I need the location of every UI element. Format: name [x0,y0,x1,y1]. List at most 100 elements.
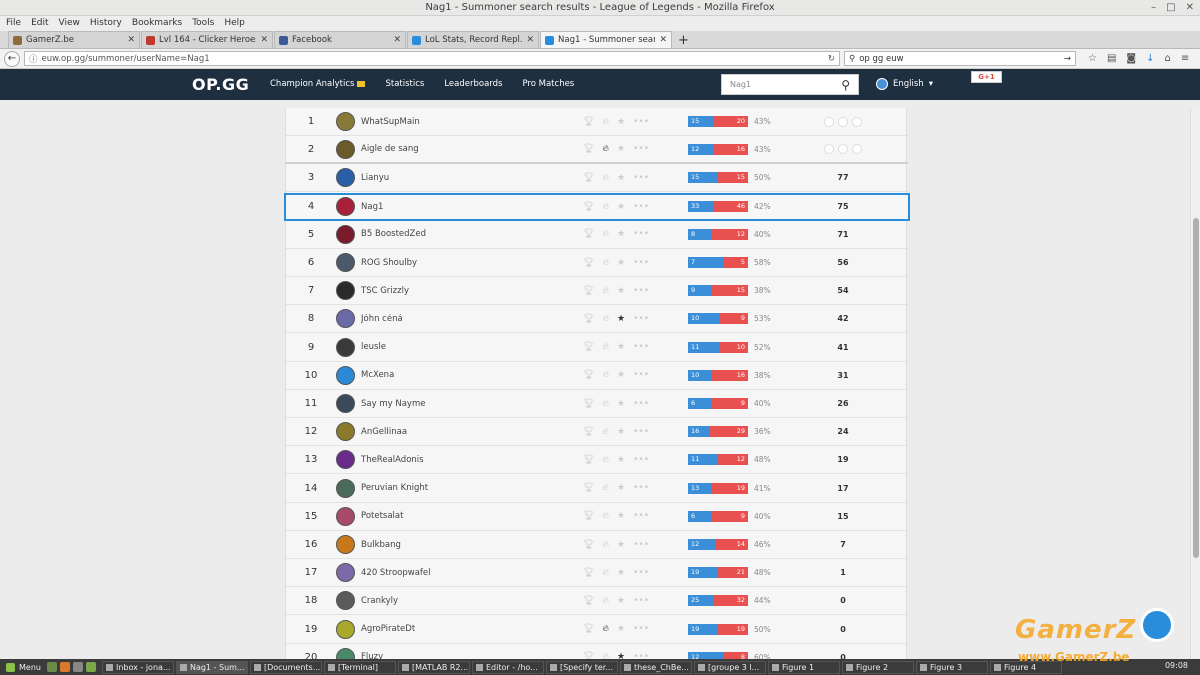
table-row[interactable]: 8 Jóhn céná 🏆︎ 🔥︎ ★ ••• 10 9 53% 42 [286,305,908,334]
taskbar-task[interactable]: Figure 1 [767,660,840,674]
player-name[interactable]: TSC Grizzly [361,286,583,296]
new-tab-icon[interactable]: + [673,33,694,48]
show-desktop-icon[interactable] [46,662,57,672]
scrollbar-thumb[interactable] [1193,218,1199,558]
player-name[interactable]: WhatSupMain [361,117,583,127]
player-name[interactable]: AgroPirateDt [361,624,583,634]
table-row[interactable]: 20 Fluzy 🏆︎ 🔥︎ ★ ••• 12 8 60% 0 [286,644,908,659]
files-launcher-icon[interactable] [85,662,96,672]
avatar[interactable] [336,112,355,131]
menu-edit[interactable]: Edit [31,16,48,31]
browser-tab[interactable]: LoL Stats, Record Repl... ✕ [407,31,539,48]
table-row[interactable]: 18 Crankyly 🏆︎ 🔥︎ ★ ••• 25 32 44% 0 [286,587,908,616]
taskbar-task[interactable]: [MATLAB R2... [397,660,470,674]
table-row[interactable]: 15 Potetsalat 🏆︎ 🔥︎ ★ ••• 6 9 40% 15 [286,503,908,531]
player-name[interactable]: Crankyly [361,596,583,606]
avatar[interactable] [336,253,355,272]
avatar[interactable] [336,197,355,217]
summoner-search-input[interactable]: Nag1 ⚲ [721,74,859,95]
taskbar-task[interactable]: Inbox - jona... [101,660,174,674]
terminal-launcher-icon[interactable] [72,662,83,672]
reload-icon[interactable]: ↻ [828,54,835,64]
player-name[interactable]: Bulkbang [361,540,583,550]
avatar[interactable] [336,309,355,329]
browser-search-text[interactable]: op gg euw [859,54,1060,64]
tab-close-icon[interactable]: ✕ [659,35,667,45]
avatar[interactable] [336,563,355,583]
back-button[interactable]: ← [4,50,20,67]
player-name[interactable]: B5 BoostedZed [361,229,583,239]
home-icon[interactable]: ⌂ [1165,53,1171,64]
avatar[interactable] [336,450,355,470]
table-row[interactable]: 16 Bulkbang 🏆︎ 🔥︎ ★ ••• 12 14 46% 7 [286,531,908,559]
player-name[interactable]: Nag1 [361,202,583,212]
close-icon[interactable]: ✕ [1186,0,1194,16]
info-icon[interactable]: ⓘ [29,53,38,65]
avatar[interactable] [336,535,355,554]
avatar[interactable] [336,591,355,611]
taskbar-task[interactable]: [Terminal] [323,660,396,674]
taskbar-task[interactable]: Figure 2 [841,660,914,674]
site-logo[interactable]: OP.GG [192,75,249,94]
browser-tab[interactable]: Nag1 - Summoner sear... ✕ [540,31,672,48]
taskbar-task[interactable]: these_ChBe... [619,660,692,674]
player-name[interactable]: leusle [361,342,583,352]
avatar[interactable] [336,506,355,526]
menu-tools[interactable]: Tools [192,16,214,31]
avatar[interactable] [336,337,355,357]
player-name[interactable]: Jóhn céná [361,314,583,324]
browser-search-bar[interactable]: ⚲ op gg euw → [844,51,1076,66]
tab-close-icon[interactable]: ✕ [393,35,401,45]
nav-pro-matches[interactable]: Pro Matches [522,79,574,89]
player-name[interactable]: Say my Nayme [361,399,583,409]
tab-close-icon[interactable]: ✕ [526,35,534,45]
avatar[interactable] [336,647,355,659]
summoner-search-text[interactable]: Nag1 [730,80,841,89]
avatar[interactable] [336,139,355,159]
player-name[interactable]: ROG Shoulby [361,258,583,268]
page-scrollbar[interactable] [1190,108,1200,659]
table-row[interactable]: 2 Aigle de sang 🏆︎ 🔥︎ ★ ••• 12 16 43% [286,136,908,165]
taskbar-task[interactable]: Figure 3 [915,660,988,674]
player-name[interactable]: Peruvian Knight [361,483,583,493]
nav-champion-analytics[interactable]: Champion Analytics [270,79,366,89]
magnifier-icon[interactable]: ⚲ [841,78,850,92]
avatar[interactable] [336,281,355,301]
taskbar-task[interactable]: Nag1 - Sum... [175,660,248,674]
start-menu-button[interactable]: Menu [0,662,47,672]
tab-close-icon[interactable]: ✕ [127,35,135,45]
table-row[interactable]: 17 420 Stroopwafel 🏆︎ 🔥︎ ★ ••• 19 21 48% 1 [286,559,908,588]
avatar[interactable] [336,478,355,498]
search-go-icon[interactable]: → [1064,54,1071,64]
taskbar-task[interactable]: [Documents... [249,660,322,674]
language-selector[interactable]: English ▾ [876,78,933,90]
table-row[interactable]: 4 Nag1 🏆︎ 🔥︎ ★ ••• 33 46 42% 75 [284,192,910,221]
minimize-icon[interactable]: – [1151,0,1156,16]
maximize-icon[interactable]: □ [1166,0,1175,16]
player-name[interactable]: AnGelIinaa [361,427,583,437]
avatar[interactable] [336,168,355,188]
table-row[interactable]: 3 Lianyu 🏆︎ 🔥︎ ★ ••• 15 15 50% 77 [286,164,908,193]
browser-tab[interactable]: Facebook ✕ [274,31,406,48]
taskbar-task[interactable]: Editor - /ho... [471,660,544,674]
pocket-icon[interactable]: ◙ [1126,53,1136,64]
player-name[interactable]: Potetsalat [361,511,583,521]
player-name[interactable]: McXena [361,370,583,380]
table-row[interactable]: 13 TheRealAdonis 🏆︎ 🔥︎ ★ ••• 11 12 48% 19 [286,446,908,475]
nav-statistics[interactable]: Statistics [385,79,424,89]
taskbar-task[interactable]: [groupe 3 l... [693,660,766,674]
table-row[interactable]: 9 leusle 🏆︎ 🔥︎ ★ ••• 11 10 52% 41 [286,334,908,362]
player-name[interactable]: Aigle de sang [361,144,583,154]
player-name[interactable]: TheRealAdonis [361,455,583,465]
player-name[interactable]: Lianyu [361,173,583,183]
hamburger-menu-icon[interactable]: ≡ [1181,53,1189,64]
url-bar[interactable]: ⓘ euw.op.gg/summoner/userName=Nag1 ↻ [24,51,840,66]
menu-help[interactable]: Help [224,16,245,31]
table-row[interactable]: 1 WhatSupMain 🏆︎ 🔥︎ ★ ••• 15 20 43% [286,108,908,136]
table-row[interactable]: 10 McXena 🏆︎ 🔥︎ ★ ••• 10 16 38% 31 [286,362,908,390]
google-plus-button[interactable]: G+1 [971,71,1002,83]
player-name[interactable]: Fluzy [361,652,583,659]
taskbar-task[interactable]: [Specify ter... [545,660,618,674]
firefox-launcher-icon[interactable] [59,662,70,672]
table-row[interactable]: 5 B5 BoostedZed 🏆︎ 🔥︎ ★ ••• 8 12 40% 71 [286,221,908,249]
